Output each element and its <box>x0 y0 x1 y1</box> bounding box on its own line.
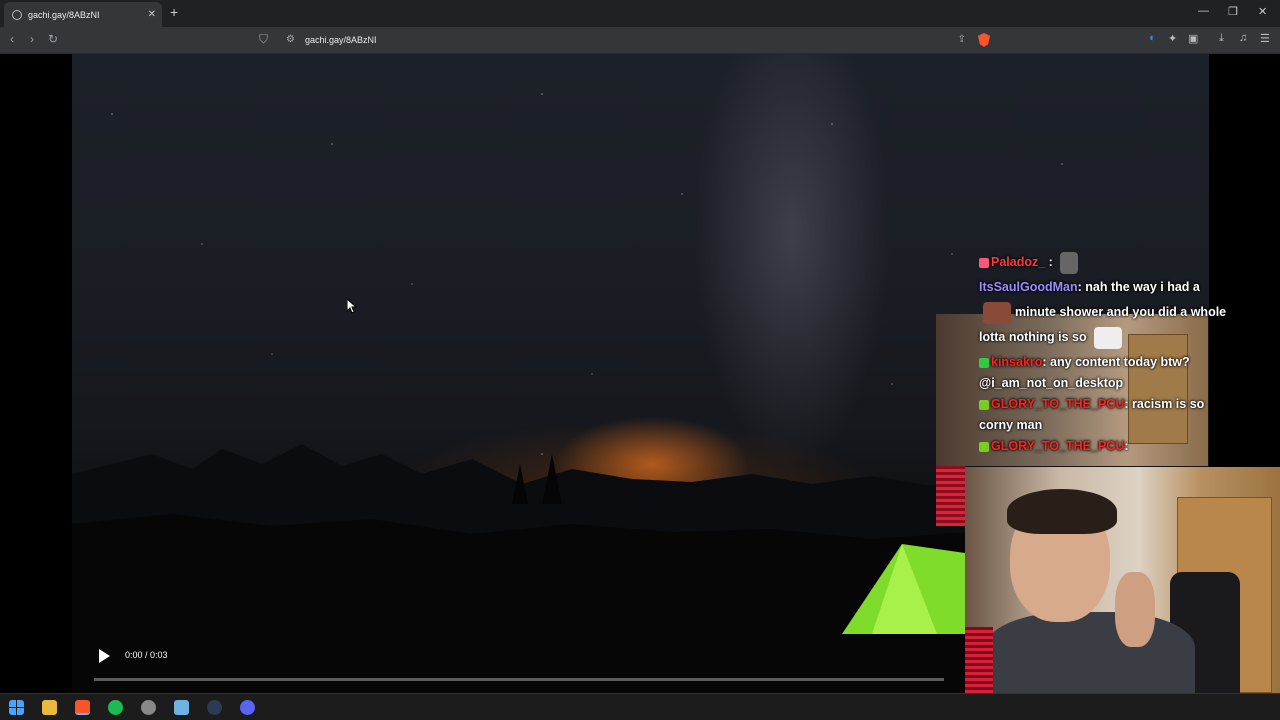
discord-icon[interactable] <box>240 700 255 715</box>
back-icon[interactable]: ‹ <box>10 32 14 46</box>
chat-text: lotta nothing is so <box>979 330 1087 344</box>
extensions-icon[interactable]: ✦ <box>1168 32 1177 45</box>
menu-icon[interactable]: ☰ <box>1260 32 1270 45</box>
chat-text: : <box>1048 255 1053 269</box>
chat-text: : racism is so <box>1124 397 1205 411</box>
close-tab-icon[interactable]: ✕ <box>148 9 156 20</box>
led-lights <box>936 466 965 526</box>
chat-username: kinsakro <box>991 355 1043 369</box>
sidebar-icon[interactable]: ▣ <box>1188 32 1198 45</box>
chat-message: Paladoz_ : <box>979 250 1275 275</box>
video-progress-bar[interactable] <box>94 678 944 681</box>
chat-message: GLORY_TO_THE_PCU: racism is so <box>979 392 1275 417</box>
globe-icon <box>12 9 22 20</box>
page-viewport: 0:00 / 0:03 Paladoz_ : ItsSaulGoodMan: n… <box>0 54 1280 693</box>
streamer-hair <box>1007 489 1117 534</box>
chat-message: GLORY_TO_THE_PCU: <box>979 434 1275 459</box>
audio-icon[interactable]: ◖ <box>1148 32 1155 44</box>
url-text[interactable]: gachi.gay/8ABzNI <box>305 35 377 45</box>
reload-icon[interactable]: ↻ <box>48 32 58 46</box>
face-badge-icon <box>979 399 989 410</box>
ccleaner-icon[interactable] <box>207 700 222 715</box>
chat-text: minute shower and you did a whole <box>1015 305 1227 319</box>
chat-message-cont: @i_am_not_on_desktop <box>979 375 1275 392</box>
chat-text: corny man <box>979 418 1043 432</box>
address-bar[interactable]: ⚙ gachi.gay/8ABzNI ⇪ <box>280 30 1000 51</box>
windows-start-icon[interactable] <box>9 700 24 715</box>
chat-message-cont: lotta nothing is so <box>979 325 1275 350</box>
tab-title: gachi.gay/8ABzNI <box>28 9 100 20</box>
close-window-button[interactable]: ✕ <box>1258 5 1267 18</box>
chat-message-cont: corny man <box>979 417 1275 434</box>
maximize-button[interactable]: ❐ <box>1228 5 1238 18</box>
browser-toolbar: ‹ › ↻ ⛉ ⚙ gachi.gay/8ABzNI ⇪ ◖ ✦ ▣ ⤓ ♫ ☰ <box>0 27 1280 54</box>
chat-overlay: Paladoz_ : ItsSaulGoodMan: nah the way i… <box>979 250 1275 459</box>
downloads-icon[interactable]: ⤓ <box>1219 32 1224 45</box>
minimize-button[interactable]: — <box>1198 5 1209 17</box>
webcam-main <box>965 467 1280 693</box>
heart-badge-icon <box>979 257 989 268</box>
chat-text: : <box>1124 439 1129 453</box>
chat-username: GLORY_TO_THE_PCU <box>991 439 1125 453</box>
chat-message: ItsSaulGoodMan: nah the way i had a <box>979 275 1275 300</box>
emote-icon <box>983 301 1011 324</box>
brave-shields-icon[interactable] <box>978 33 990 47</box>
face-badge-icon <box>979 441 989 452</box>
chat-username: GLORY_TO_THE_PCU <box>991 397 1125 411</box>
media-icon[interactable]: ♫ <box>1239 32 1247 44</box>
bookmark-icon[interactable]: ⛉ <box>259 32 268 47</box>
tent-graphic <box>842 544 982 634</box>
new-tab-button[interactable]: + <box>170 4 178 20</box>
streamer-body <box>985 612 1195 693</box>
streamer-hand <box>1115 572 1155 647</box>
chat-username: Paladoz_ <box>991 255 1046 269</box>
file-explorer-icon[interactable] <box>42 700 57 715</box>
chat-message-cont: minute shower and you did a whole <box>979 300 1275 325</box>
red-led-panel <box>965 627 993 693</box>
obs-icon[interactable] <box>141 700 156 715</box>
tab-bar: gachi.gay/8ABzNI ✕ + — ❐ ✕ <box>0 0 1280 27</box>
forward-icon[interactable]: › <box>30 32 34 46</box>
chat-message: kinsakro: any content today btw? <box>979 350 1275 375</box>
chat-text: : any content today btw? <box>1042 355 1190 369</box>
chat-text: : nah the way i had a <box>1077 280 1200 294</box>
chat-username: ItsSaulGoodMan <box>979 280 1078 294</box>
spotify-icon[interactable] <box>108 700 123 715</box>
browser-tab[interactable]: gachi.gay/8ABzNI ✕ <box>4 2 162 27</box>
share-icon[interactable]: ⇪ <box>958 34 966 45</box>
mouse-cursor-icon <box>347 299 357 314</box>
site-info-icon[interactable]: ⚙ <box>286 34 295 45</box>
windows-taskbar <box>0 693 1280 720</box>
check-badge-icon <box>979 357 989 368</box>
chat-text: @i_am_not_on_desktop <box>979 376 1124 390</box>
app-icon[interactable] <box>174 700 189 715</box>
brave-browser-icon[interactable] <box>75 700 90 715</box>
play-button[interactable] <box>99 649 110 663</box>
emote-icon <box>1060 251 1079 274</box>
emote-icon <box>1094 326 1123 349</box>
video-time: 0:00 / 0:03 <box>125 650 168 660</box>
